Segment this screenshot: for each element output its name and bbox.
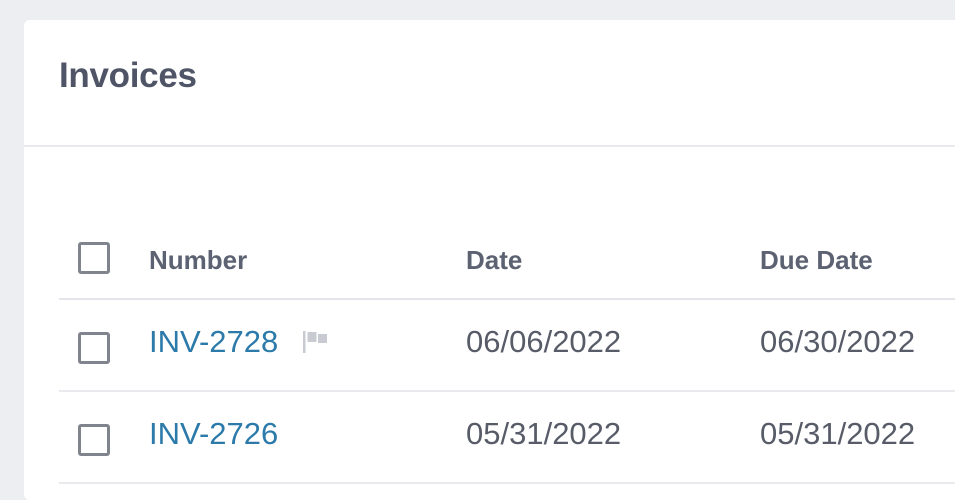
table-row: INV-2726 05/31/2022 05/31/2022 bbox=[59, 392, 955, 484]
card-header: Invoices bbox=[24, 20, 955, 147]
page-title: Invoices bbox=[59, 56, 197, 95]
invoice-number-link[interactable]: INV-2726 bbox=[149, 416, 278, 452]
invoice-date: 05/31/2022 bbox=[466, 416, 622, 451]
column-header-date[interactable]: Date bbox=[466, 245, 522, 276]
column-header-due-date[interactable]: Due Date bbox=[760, 245, 873, 276]
table-header-row: Number Date Due Date bbox=[59, 236, 955, 300]
invoice-due-date: 06/30/2022 bbox=[760, 324, 916, 359]
invoices-card: Invoices Number Date Due Date INV-2728 0… bbox=[24, 20, 955, 500]
invoice-date: 06/06/2022 bbox=[466, 324, 622, 359]
column-header-number[interactable]: Number bbox=[149, 245, 247, 276]
row-checkbox[interactable] bbox=[78, 332, 110, 364]
select-all-checkbox[interactable] bbox=[78, 242, 110, 274]
table-row: INV-2728 06/06/2022 06/30/2022 bbox=[59, 300, 955, 392]
invoices-table: Number Date Due Date INV-2728 06/06/2022… bbox=[59, 236, 955, 484]
invoice-number-link[interactable]: INV-2728 bbox=[149, 324, 278, 360]
row-checkbox[interactable] bbox=[78, 424, 110, 456]
invoice-due-date: 05/31/2022 bbox=[760, 416, 916, 451]
